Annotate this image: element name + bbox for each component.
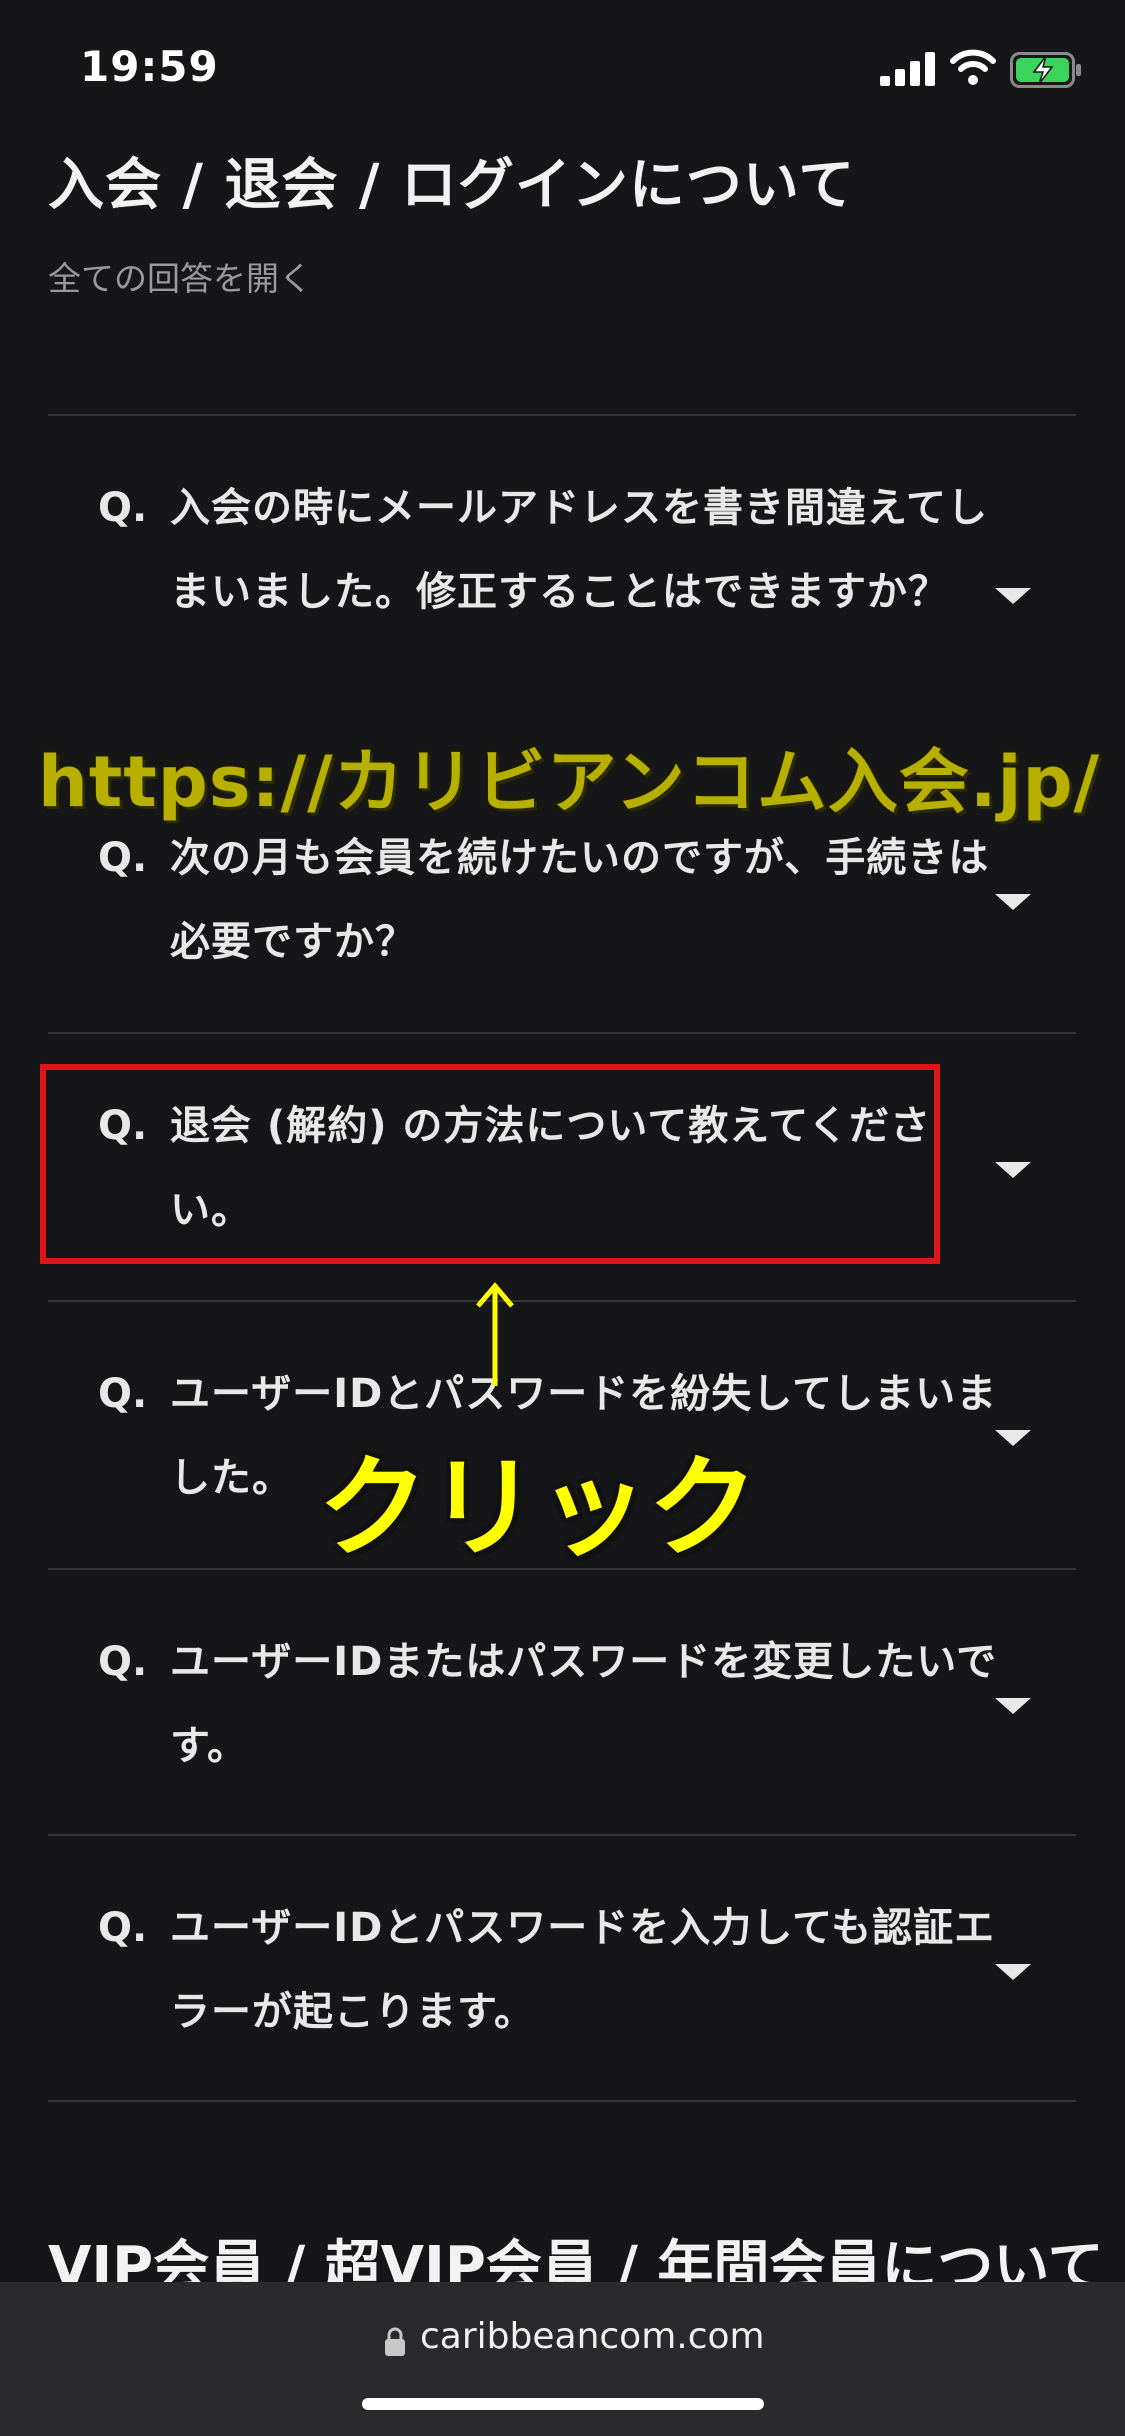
- faq-item[interactable]: Q. ユーザーIDまたはパスワードを変更したいです。: [48, 1620, 1076, 1790]
- faq-item[interactable]: Q. ユーザーIDとパスワードを入力しても認証エラーが起こります。: [48, 1886, 1076, 2056]
- battery-charging-icon: [1010, 52, 1081, 88]
- watermark-url: https://カリビアンコム入会.jp/: [38, 741, 1101, 823]
- caret-down-icon[interactable]: [995, 1698, 1031, 1714]
- highlight-box: [40, 1064, 940, 1264]
- status-bar: 19:59: [0, 0, 1125, 140]
- caret-down-icon[interactable]: [995, 1964, 1031, 1980]
- home-indicator[interactable]: [362, 2398, 764, 2410]
- question-marker: Q.: [98, 485, 148, 531]
- question-marker: Q.: [98, 1639, 148, 1685]
- caret-down-icon[interactable]: [995, 894, 1031, 910]
- question-text: ユーザーIDとパスワードを入力しても認証エラーが起こります。: [170, 1905, 996, 2035]
- question-marker: Q.: [98, 1905, 148, 1951]
- lock-icon: [385, 2327, 405, 2356]
- section-title: 入会 / 退会 / ログインについて: [48, 153, 856, 218]
- caret-down-icon[interactable]: [995, 1162, 1031, 1178]
- divider: [48, 1032, 1076, 1034]
- url-text[interactable]: caribbeancom.com: [420, 2316, 765, 2357]
- faq-item[interactable]: Q. 次の月も会員を続けたいのですが、手続きは必要ですか？: [48, 816, 1076, 986]
- open-all-answers-link[interactable]: 全ての回答を開く: [48, 252, 312, 300]
- wifi-icon: [950, 49, 996, 85]
- question-text: 入会の時にメールアドレスを書き間違えてしまいました。修正することはできますか？: [170, 485, 988, 615]
- caret-down-icon[interactable]: [995, 1430, 1031, 1446]
- faq-item[interactable]: Q. 入会の時にメールアドレスを書き間違えてしまいました。修正することはできます…: [48, 466, 1076, 726]
- divider: [48, 2100, 1076, 2102]
- question-text: ユーザーIDまたはパスワードを変更したいです。: [170, 1639, 998, 1769]
- caret-down-icon[interactable]: [995, 588, 1031, 604]
- up-arrow-icon: [476, 1282, 514, 1386]
- divider: [48, 1300, 1076, 1302]
- question-marker: Q.: [98, 1371, 148, 1417]
- divider: [48, 1834, 1076, 1836]
- signal-icon: [880, 52, 935, 86]
- click-label: クリック: [318, 1444, 758, 1572]
- question-text: 次の月も会員を続けたいのですが、手続きは必要ですか？: [170, 835, 990, 965]
- status-time: 19:59: [80, 42, 219, 91]
- question-marker: Q.: [98, 835, 148, 881]
- browser-address-bar[interactable]: [0, 2282, 1125, 2436]
- divider: [48, 414, 1076, 416]
